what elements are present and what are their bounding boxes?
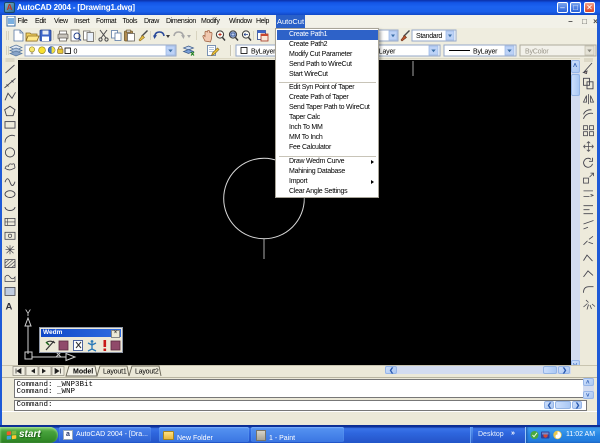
- svg-text:Layout2: Layout2: [135, 369, 159, 376]
- svg-text:ByLayer: ByLayer: [473, 49, 498, 56]
- svg-text:0: 0: [74, 49, 78, 56]
- svg-text:Layout1: Layout1: [103, 369, 127, 376]
- svg-text:Y: Y: [25, 308, 31, 318]
- svg-text:A: A: [6, 301, 13, 312]
- svg-text:Model: Model: [73, 369, 93, 376]
- svg-text:ByColor: ByColor: [525, 49, 549, 56]
- svg-text:ByLayer: ByLayer: [251, 49, 276, 56]
- svg-text:Standard: Standard: [416, 33, 442, 40]
